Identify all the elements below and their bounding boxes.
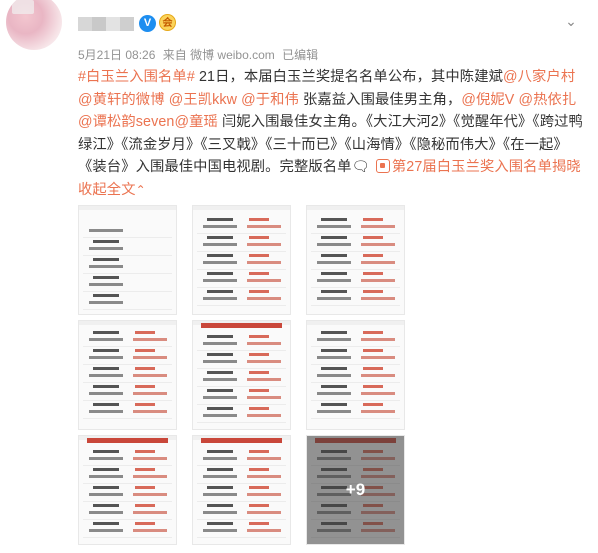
mention-link[interactable]: @于和伟 [241,92,299,108]
mention-link[interactable]: @童瑶 [174,114,217,130]
nominee-list-image[interactable] [306,320,405,430]
collapse-label[interactable]: 收起全文 [78,182,136,198]
link-icon [375,159,390,173]
post-meta: 5月21日 08:26 来自 微博 weibo.com 已编辑 [78,46,322,63]
verified-icon: V [139,15,156,32]
nominee-list-image[interactable] [78,435,177,545]
collapse-text-button[interactable]: 收起全文⌃ [78,182,146,198]
post-date[interactable]: 5月21日 08:26 [78,48,155,62]
member-badge-icon: 会 [159,14,176,31]
mention-link[interactable]: @王凯kkw [169,92,237,108]
chevron-up-icon: ⌃ [135,182,146,197]
mention-link[interactable]: @八家户村 [503,69,575,85]
nominee-list-image[interactable] [306,205,405,315]
weibo-post: V 会 ⌄ 5月21日 08:26 来自 微博 weibo.com 已编辑 #白… [0,0,598,553]
avatar[interactable] [6,0,62,50]
text-segment: 张嘉益入围最佳男主角， [298,91,462,108]
hashtag-link[interactable]: #白玉兰入围名单# [78,69,195,85]
post-source: 来自 微博 weibo.com [162,48,275,62]
text-segment: 21日，本届白玉兰奖提名名单公布，其中陈建斌 [194,69,504,85]
mention-link[interactable]: @黄轩的微博 [78,92,165,108]
chevron-down-icon[interactable]: ⌄ [562,14,580,28]
emoji-icon: 🗨 [351,159,370,175]
image-grid: +9 [78,205,405,553]
mention-link[interactable]: @谭松韵seven [78,114,174,130]
more-images-count[interactable]: +9 [307,436,404,544]
username-pixelated[interactable] [78,17,134,31]
nominee-list-image[interactable] [192,205,291,315]
nominee-list-image[interactable] [78,205,177,315]
nominee-list-image[interactable] [192,435,291,545]
mention-link[interactable]: @倪妮V [461,92,514,108]
web-link[interactable]: 第27届白玉兰奖入围名单揭晓 [392,159,581,175]
post-text: #白玉兰入围名单# 21日，本届白玉兰奖提名名单公布，其中陈建斌@八家户村 @黄… [78,66,586,201]
mention-link[interactable]: @热依扎 [518,92,576,108]
nominee-list-image[interactable] [192,320,291,430]
post-edited: 已编辑 [282,48,319,62]
nominee-list-image[interactable] [78,320,177,430]
nominee-list-image-more[interactable]: +9 [306,435,405,545]
